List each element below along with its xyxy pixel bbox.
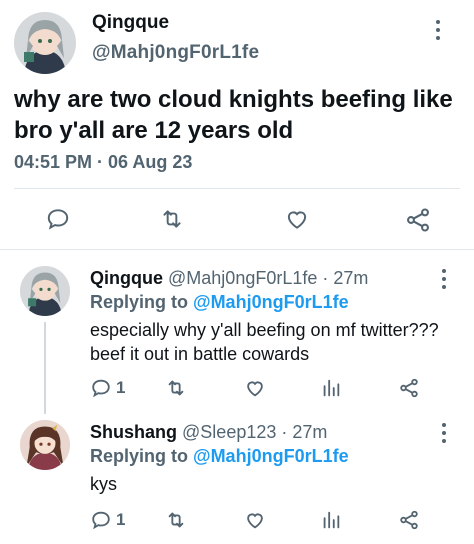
views-button[interactable] [320,377,342,399]
reply-button[interactable] [45,206,71,232]
display-name[interactable]: Shushang [90,422,177,442]
reply-icon [92,379,110,398]
replying-label: Replying to [90,446,188,466]
more-icon[interactable] [434,267,454,291]
retweet-icon [168,380,184,396]
action-bar [0,196,474,242]
like-icon [247,513,263,529]
handle[interactable]: @Sleep123 [182,422,276,442]
reply-action-bar: 1 [0,374,474,404]
reply-text: especially why y'all beefing on mf twitt… [90,320,439,364]
share-button[interactable] [398,509,420,531]
handle[interactable]: @Mahj0ngF0rL1fe [168,268,317,288]
share-icon [400,378,418,398]
replying-to: Replying to @Mahj0ngF0rL1fe [90,446,349,467]
views-icon [323,511,340,529]
share-button[interactable] [398,377,420,399]
reply-button[interactable]: 1 [90,377,125,399]
timestamp[interactable]: 04:51 PM · 06 Aug 23 [14,152,192,173]
more-icon[interactable] [434,421,454,445]
reply-button[interactable]: 1 [90,509,125,531]
replying-handle-link[interactable]: @Mahj0ngF0rL1fe [193,446,349,466]
share-icon [407,208,429,232]
reply-icon [47,209,69,230]
share-icon [400,510,418,530]
reply-count: 1 [116,510,126,529]
more-icon[interactable] [428,18,448,42]
reply-count: 1 [116,378,126,397]
avatar[interactable] [14,12,76,74]
like-button[interactable] [244,509,266,531]
display-name[interactable]: Qingque [90,268,163,288]
avatar[interactable] [20,420,70,470]
share-button[interactable] [404,206,432,234]
retweet-icon [168,512,184,528]
retweet-button[interactable] [164,377,188,399]
divider [14,188,460,189]
handle[interactable]: @Mahj0ngF0rL1fe [92,42,259,64]
tweet-text: why are two cloud knights beefing like b… [14,86,453,144]
views-icon [323,379,340,397]
replying-handle-link[interactable]: @Mahj0ngF0rL1fe [193,292,349,312]
retweet-button[interactable] [164,509,188,531]
replying-to: Replying to @Mahj0ngF0rL1fe [90,292,349,313]
reply-action-bar: 1 [0,506,474,536]
divider [0,249,474,250]
like-icon [287,211,307,229]
like-button[interactable] [244,377,266,399]
reply-icon [92,511,110,530]
reply-header: Shushang @Sleep123 · 27m [90,422,327,443]
reply-time[interactable]: · 27m [281,422,327,442]
reply-text: kys [90,474,117,494]
like-button[interactable] [284,206,310,232]
reply-header: Qingque @Mahj0ngF0rL1fe · 27m [90,268,368,289]
retweet-icon [163,210,181,228]
views-button[interactable] [320,509,342,531]
retweet-button[interactable] [158,206,186,232]
like-icon [247,381,263,397]
replying-label: Replying to [90,292,188,312]
display-name[interactable]: Qingque [92,12,169,34]
avatar[interactable] [20,266,70,316]
reply-time[interactable]: · 27m [322,268,368,288]
